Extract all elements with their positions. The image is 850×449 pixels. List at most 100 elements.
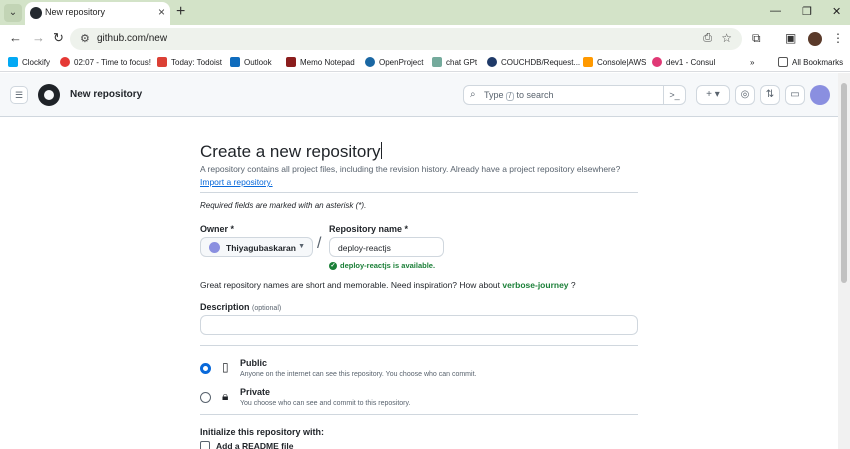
bookmark-chatgpt[interactable]: chat GPt	[432, 55, 477, 69]
readme-checkbox[interactable]	[200, 441, 210, 449]
inspire-text: Great repository names are short and mem…	[200, 280, 501, 290]
tab-new-repository[interactable]: New repository ×	[25, 2, 170, 25]
site-info-icon[interactable]: ⚙	[80, 32, 90, 45]
command-palette-icon[interactable]: >_	[663, 86, 685, 104]
tab-title: New repository	[45, 7, 106, 17]
maximize-icon[interactable]: ❐	[802, 5, 812, 18]
availability-text: deploy-reactjs is available.	[340, 261, 436, 270]
bookmark-outlook[interactable]: Outlook	[230, 55, 272, 69]
back-icon[interactable]: ←	[9, 30, 22, 45]
availability-status: ✓ deploy-reactjs is available.	[329, 261, 435, 270]
tab-close-icon[interactable]: ×	[158, 5, 165, 19]
bookmark-couchdb[interactable]: COUCHDB/Request...	[487, 55, 580, 69]
public-description: Anyone on the internet can see this repo…	[240, 371, 477, 378]
name-suggestion[interactable]: verbose-journey	[502, 280, 568, 290]
install-app-icon[interactable]: ⎙	[703, 32, 712, 45]
bookmark-consul[interactable]: dev1 - Consul	[652, 55, 715, 69]
consul-icon	[652, 57, 662, 67]
tab-search-icon[interactable]: ⌄	[4, 4, 22, 22]
hamburger-menu-icon[interactable]: ☰	[10, 86, 28, 104]
timer-icon	[60, 57, 70, 67]
new-tab-icon[interactable]: +	[176, 3, 185, 21]
chrome-menu-icon[interactable]: ⋮	[832, 31, 844, 45]
url-text[interactable]: github.com/new	[97, 33, 167, 44]
bookmark-openproject[interactable]: OpenProject	[365, 55, 423, 69]
divider	[200, 192, 638, 193]
optional-tag: (optional)	[252, 305, 282, 312]
bookmark-aws-console[interactable]: Console|AWS	[583, 55, 646, 69]
scrollbar-thumb[interactable]	[841, 83, 847, 283]
bookmark-label: Today: Todoist	[171, 57, 222, 67]
github-header: ☰ New repository ⌕ Type / to search >_ +…	[0, 73, 838, 117]
issues-icon[interactable]: ◎	[735, 85, 755, 105]
bookmark-todoist[interactable]: Today: Todoist	[157, 55, 222, 69]
text-cursor	[381, 142, 383, 159]
page-scrollbar[interactable]	[838, 73, 850, 449]
forward-icon[interactable]: →	[32, 30, 45, 45]
bookmark-label: Clockify	[22, 57, 51, 67]
inspire-end: ?	[570, 280, 576, 290]
bookmark-label: COUCHDB/Request...	[501, 57, 581, 67]
search-suffix: to search	[516, 90, 554, 100]
check-circle-icon: ✓	[329, 261, 337, 270]
bookmark-star-icon[interactable]: ☆	[721, 31, 732, 45]
all-bookmarks[interactable]: All Bookmarks	[778, 55, 843, 69]
side-panel-icon[interactable]: ▣	[785, 31, 796, 45]
bookmark-focus[interactable]: 02:07 - Time to focus!	[60, 55, 151, 69]
chevron-down-icon: ▼	[298, 243, 305, 250]
minimize-icon[interactable]: —	[770, 5, 781, 17]
search-placeholder: Type / to search	[484, 90, 554, 101]
owner-select[interactable]: Thiyagubaskaran ▼	[200, 237, 313, 257]
bookmarks-overflow-icon[interactable]: »	[750, 55, 754, 69]
public-title: Public	[240, 358, 268, 368]
window-close-icon[interactable]: ✕	[832, 5, 841, 18]
inbox-icon[interactable]: ▭	[785, 85, 805, 105]
profile-avatar[interactable]	[808, 32, 822, 46]
folder-icon	[778, 57, 788, 67]
repo-name-label: Repository name *	[329, 224, 409, 234]
todoist-icon	[157, 57, 167, 67]
bookmark-clockify[interactable]: Clockify	[8, 55, 50, 69]
description-label: Description (optional)	[200, 302, 281, 312]
all-bookmarks-label: All Bookmarks	[792, 57, 844, 67]
repo-name-input[interactable]: deploy-reactjs	[329, 237, 444, 257]
divider	[200, 414, 638, 415]
owner-label: Owner *	[200, 224, 235, 234]
repo-name-value[interactable]: deploy-reactjs	[338, 243, 391, 253]
public-radio[interactable]	[200, 363, 211, 374]
extensions-icon[interactable]: ⧉	[752, 31, 761, 46]
pull-requests-icon[interactable]: ⇅	[760, 85, 780, 105]
bookmark-label: Memo Notepad	[300, 57, 355, 67]
outlook-icon	[230, 57, 240, 67]
private-description: You choose who can see and commit to thi…	[240, 400, 411, 407]
bookmark-memo-notepad[interactable]: Memo Notepad	[286, 55, 355, 69]
openproject-icon	[365, 57, 375, 67]
repo-book-icon: ▯	[222, 360, 229, 374]
description-input[interactable]	[200, 315, 638, 335]
private-radio[interactable]	[200, 392, 211, 403]
github-logo-icon[interactable]	[38, 84, 60, 106]
bookmark-label: 02:07 - Time to focus!	[74, 57, 151, 67]
divider	[200, 345, 638, 346]
create-new-button[interactable]: + ▾	[696, 85, 730, 105]
aws-icon	[583, 57, 593, 67]
bookmark-label: chat GPt	[446, 57, 478, 67]
bookmark-label: Outlook	[244, 57, 272, 67]
owner-repo-separator: /	[317, 235, 322, 252]
bookmark-label: OpenProject	[379, 57, 424, 67]
user-avatar[interactable]	[810, 85, 830, 105]
owner-value: Thiyagubaskaran	[226, 243, 296, 253]
readme-label[interactable]: Add a README file	[216, 441, 293, 449]
couchdb-icon	[487, 57, 497, 67]
address-bar[interactable]: ⚙ github.com/new ⎙ ☆	[70, 28, 742, 50]
form-heading: Create a new repository	[200, 142, 383, 162]
import-repository-link[interactable]: Import a repository.	[200, 177, 273, 187]
clockify-icon	[8, 57, 18, 67]
required-note: Required fields are marked with an aster…	[200, 201, 367, 210]
search-prefix: Type	[484, 90, 504, 100]
chatgpt-icon	[432, 57, 442, 67]
search-input[interactable]: ⌕ Type / to search >_	[463, 85, 686, 105]
bookmark-label: Console|AWS	[597, 57, 647, 67]
heading-text: Create a new repository	[200, 142, 381, 161]
reload-icon[interactable]: ↻	[53, 30, 64, 46]
